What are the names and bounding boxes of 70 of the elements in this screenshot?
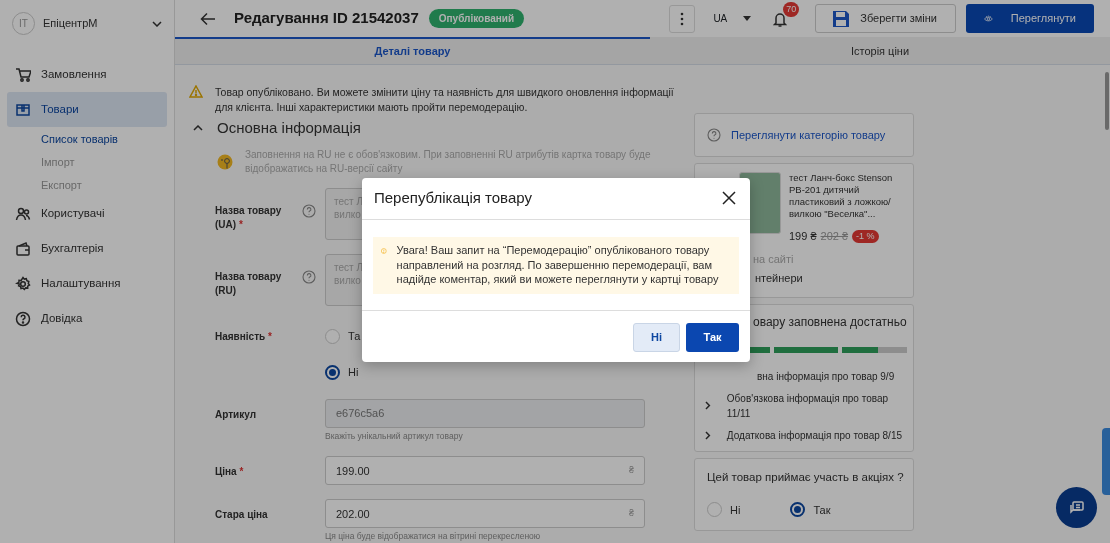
- sidebar-subitem[interactable]: Список товарів: [7, 127, 167, 150]
- account-name: ЕпіцентрМ: [43, 16, 99, 32]
- tab[interactable]: Деталі товару: [175, 37, 650, 64]
- fill-title: овару заповнена достатньо: [752, 313, 907, 331]
- radio-label: Так: [813, 502, 831, 518]
- currency-sign: ₴: [629, 507, 634, 520]
- sidebar-item[interactable]: Довідка: [7, 301, 167, 336]
- kebab-icon: [680, 11, 685, 26]
- cart-icon: [15, 66, 31, 83]
- currency-sign: ₴: [629, 464, 634, 477]
- save-button[interactable]: Зберегти зміни: [815, 4, 956, 34]
- settings-icon: [15, 275, 31, 292]
- notification-count: 70: [783, 1, 800, 18]
- caret-icon: [743, 16, 752, 22]
- status-text: на сайті: [753, 251, 795, 267]
- category-text: нтейнери: [755, 271, 804, 286]
- old-price: 202 ₴: [820, 229, 849, 244]
- field-label: Назва товару (UA) *: [215, 203, 283, 232]
- wallet-icon: [15, 240, 31, 257]
- input-field[interactable]: 199.00 ₴: [325, 456, 645, 486]
- bell-icon: [773, 10, 788, 27]
- tab[interactable]: Історія ціни: [650, 37, 1110, 64]
- category-link[interactable]: Переглянути категорію товару: [694, 113, 914, 157]
- box-icon: [15, 101, 31, 118]
- scrollbar-thumb[interactable]: [1105, 72, 1109, 130]
- fill-item[interactable]: Обов'язкова інформація про товар 11/11: [726, 390, 907, 421]
- radio-label: Ні: [348, 365, 359, 381]
- notice-text: Товар опубліковано. Ви можете змінити ціну та наявність для швидкого оновлення інформації для клієнта. Інші характеристики мають пройти перемодерацію.: [215, 85, 675, 115]
- cancel-button[interactable]: Ні: [633, 322, 680, 352]
- preview-button[interactable]: Переглянути: [966, 4, 1094, 34]
- help-icon: [15, 310, 31, 327]
- section-title: Основна інформація: [217, 118, 361, 138]
- field-label: Назва товару (RU): [215, 269, 283, 298]
- sidebar-item[interactable]: Користувачі: [7, 196, 167, 231]
- hint-text: Вкажіть унікальний артикул товару: [325, 429, 464, 443]
- hint-text: Ця ціна буде відображатися на вітрині перекресленою: [325, 530, 542, 543]
- close-icon: [722, 190, 736, 205]
- fill-item[interactable]: Додаткова інформація про товар 8/15: [726, 427, 907, 443]
- radio-button[interactable]: [790, 502, 806, 518]
- input-field[interactable]: 202.00 ₴: [325, 499, 645, 529]
- field-label: Ціна *: [215, 465, 245, 480]
- language-select[interactable]: UA: [705, 7, 760, 31]
- field-label: Артикул: [215, 407, 258, 422]
- fill-item[interactable]: вна інформація про товар 9/9: [757, 368, 895, 384]
- chat-button[interactable]: [1056, 487, 1097, 528]
- close-button[interactable]: [722, 190, 738, 207]
- dialog-title: Перепублікація товару: [374, 188, 532, 209]
- field-label: Стара ціна: [215, 508, 269, 523]
- sidebar-item[interactable]: Бухгалтерія: [7, 231, 167, 266]
- field-label: Наявність *: [215, 329, 273, 344]
- status-badge: Опублікований: [428, 9, 525, 29]
- chevron-up-icon[interactable]: [193, 125, 203, 132]
- product-title[interactable]: тест Ланч-бокс Stenson PB-201 дитячий пластиковий з ложкою/вилкою "Веселка"...: [789, 172, 905, 220]
- help-icon: [707, 128, 721, 142]
- sidebar-item[interactable]: Замовлення: [7, 57, 167, 92]
- radio-label: Ні: [730, 502, 741, 518]
- back-arrow-icon[interactable]: [200, 11, 216, 26]
- sidebar-item[interactable]: Товари: [7, 92, 167, 127]
- confirm-button[interactable]: Так: [686, 322, 739, 352]
- people-icon: [15, 205, 31, 222]
- alert-text: Увага! Ваш запит на “Перемодерацію” опублікованого товару направлений на розгляд. По завершенню перемодерації, вам надійде коментар, який ви можете переглянути у картці товару: [396, 243, 720, 287]
- chevron-down-icon: [152, 20, 162, 27]
- radio-button[interactable]: [325, 365, 340, 380]
- radio-label: Та: [348, 329, 361, 345]
- price: 199 ₴: [789, 229, 817, 244]
- sidebar-item[interactable]: Налаштування: [7, 266, 167, 301]
- page-title: Редагування ID 21542037: [234, 8, 419, 29]
- discount-badge: -1 %: [852, 229, 879, 243]
- warning-icon: [189, 85, 203, 98]
- chat-icon: [1068, 499, 1085, 516]
